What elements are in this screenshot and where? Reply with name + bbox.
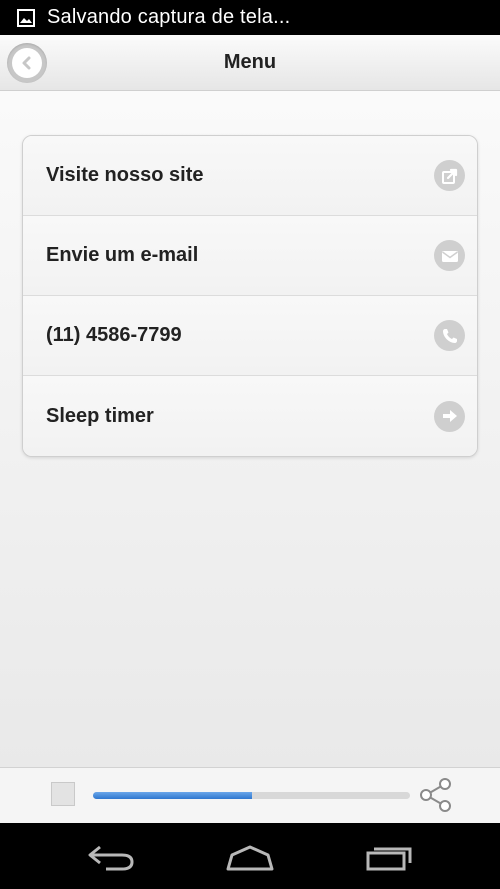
share-icon[interactable] <box>418 777 454 813</box>
back-nav-icon[interactable] <box>86 841 136 873</box>
menu-item-sleep-timer[interactable]: Sleep timer <box>23 376 477 456</box>
app-header: Menu <box>0 35 500 91</box>
progress-fill <box>93 792 252 799</box>
phone-icon <box>434 320 465 351</box>
chevron-left-icon <box>22 56 31 70</box>
menu-item-label: Sleep timer <box>46 404 154 427</box>
stop-button[interactable] <box>51 782 75 806</box>
status-bar: Salvando captura de tela... <box>0 0 500 35</box>
menu-item-label: (11) 4586-7799 <box>46 324 182 346</box>
arrow-right-icon <box>434 400 465 432</box>
menu-item-send-email[interactable]: Envie um e-mail <box>23 216 477 296</box>
menu-item-label: Envie um e-mail <box>46 244 199 266</box>
recent-apps-icon[interactable] <box>365 841 415 873</box>
status-notification-text: Salvando captura de tela... <box>47 6 291 28</box>
menu-item-label: Visite nosso site <box>46 164 204 186</box>
home-nav-icon[interactable] <box>224 841 276 873</box>
system-navigation-bar <box>0 823 500 889</box>
menu-item-visit-site[interactable]: Visite nosso site <box>23 136 477 216</box>
external-link-icon <box>434 160 465 191</box>
menu-list: Visite nosso site Envie um e-mail (11) 4… <box>22 135 478 457</box>
content-area: Visite nosso site Envie um e-mail (11) 4… <box>0 91 500 767</box>
back-button[interactable] <box>7 43 47 83</box>
audio-player-bar <box>0 767 500 824</box>
page-title: Menu <box>223 51 277 73</box>
mail-icon <box>434 240 465 271</box>
progress-bar[interactable] <box>93 792 410 799</box>
image-icon <box>17 8 35 27</box>
menu-item-phone[interactable]: (11) 4586-7799 <box>23 296 477 376</box>
